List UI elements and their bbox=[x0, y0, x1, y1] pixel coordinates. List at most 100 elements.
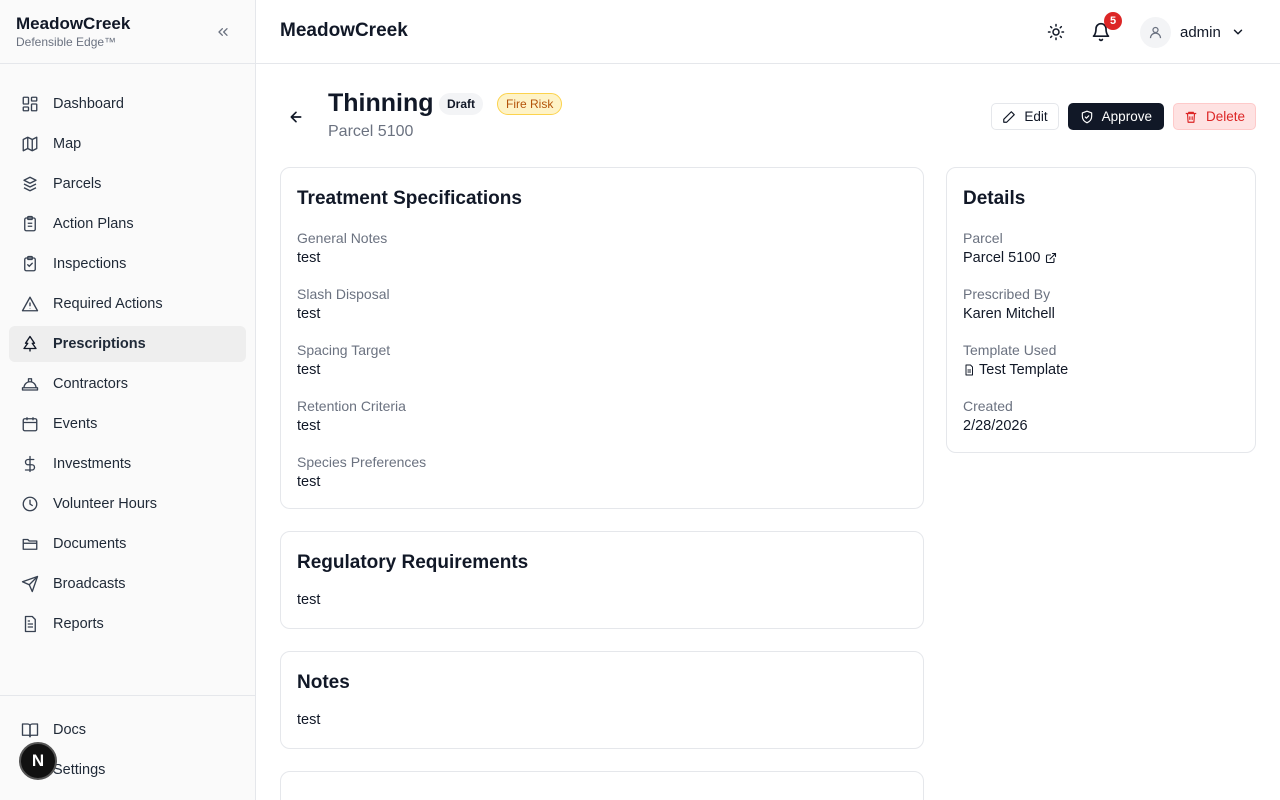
sidebar-item-label: Documents bbox=[53, 536, 127, 552]
field-value: Karen Mitchell bbox=[963, 306, 1055, 322]
edit-button-label: Edit bbox=[1024, 109, 1048, 124]
parcels-icon bbox=[21, 175, 39, 193]
clock-icon bbox=[21, 495, 39, 513]
sidebar-item-action-plans[interactable]: Action Plans bbox=[9, 206, 246, 242]
sidebar-item-events[interactable]: Events bbox=[9, 406, 246, 442]
sidebar-item-prescriptions[interactable]: Prescriptions bbox=[9, 326, 246, 362]
delete-button[interactable]: Delete bbox=[1172, 103, 1256, 130]
sidebar: MeadowCreek Defensible Edge™ Dashboard M… bbox=[0, 0, 256, 800]
user-menu[interactable]: admin bbox=[1140, 16, 1245, 48]
parcel-link[interactable]: Parcel 5100 bbox=[963, 248, 1057, 268]
clipboard-list-icon bbox=[21, 215, 39, 233]
detail-created: Created 2/28/2026 bbox=[963, 396, 1028, 436]
sidebar-item-label: Prescriptions bbox=[53, 336, 146, 352]
page-subtitle: Parcel 5100 bbox=[328, 123, 414, 140]
avatar bbox=[1140, 16, 1171, 48]
field-label: Prescribed By bbox=[963, 286, 1051, 302]
field-label: Slash Disposal bbox=[297, 286, 390, 302]
calendar-icon bbox=[21, 415, 39, 433]
field-value: test bbox=[297, 418, 321, 434]
field-spacing-target: Spacing Target test bbox=[297, 340, 390, 380]
regulatory-requirements-card: Regulatory Requirements test bbox=[280, 531, 924, 629]
next-card bbox=[280, 771, 924, 800]
file-icon bbox=[965, 364, 973, 376]
treatment-specifications-card: Treatment Specifications General Notes t… bbox=[280, 167, 924, 509]
field-retention-criteria: Retention Criteria test bbox=[297, 396, 406, 436]
delete-button-label: Delete bbox=[1205, 109, 1245, 124]
field-label: Spacing Target bbox=[297, 342, 391, 358]
notification-count-badge: 5 bbox=[1104, 12, 1122, 30]
chevron-down-icon bbox=[1233, 29, 1243, 35]
sidebar-item-reports[interactable]: Reports bbox=[9, 606, 246, 642]
sidebar-item-label: Docs bbox=[53, 722, 87, 738]
regulatory-value: test bbox=[297, 592, 321, 608]
field-general-notes: General Notes test bbox=[297, 228, 387, 268]
edit-button[interactable]: Edit bbox=[991, 103, 1059, 130]
sidebar-item-contractors[interactable]: Contractors bbox=[9, 366, 246, 402]
sidebar-item-dashboard[interactable]: Dashboard bbox=[9, 86, 246, 122]
sidebar-item-label: Events bbox=[53, 416, 98, 432]
shield-check-icon bbox=[1080, 110, 1094, 124]
sidebar-item-documents[interactable]: Documents bbox=[9, 526, 246, 562]
approve-button[interactable]: Approve bbox=[1067, 103, 1164, 130]
field-label: Parcel bbox=[963, 230, 1003, 246]
theme-toggle-button[interactable] bbox=[1044, 20, 1068, 44]
book-icon bbox=[21, 721, 39, 739]
details-card: Details Parcel Parcel 5100 Prescribed By… bbox=[946, 167, 1256, 453]
template-name: Test Template bbox=[979, 362, 1069, 378]
floating-avatar-button[interactable]: N bbox=[19, 742, 57, 780]
detail-parcel: Parcel Parcel 5100 bbox=[963, 228, 1057, 268]
sidebar-item-broadcasts[interactable]: Broadcasts bbox=[9, 566, 246, 602]
brand-title: MeadowCreek bbox=[16, 14, 131, 33]
field-value: test bbox=[297, 474, 321, 490]
pencil-icon bbox=[1002, 110, 1016, 124]
sidebar-item-parcels[interactable]: Parcels bbox=[9, 166, 246, 202]
field-label: Species Preferences bbox=[297, 454, 427, 470]
sidebar-item-label: Settings bbox=[53, 762, 106, 778]
collapse-sidebar-button[interactable] bbox=[213, 22, 233, 42]
template-value: Test Template bbox=[963, 360, 1068, 380]
field-species-preferences: Species Preferences test bbox=[297, 452, 426, 492]
sidebar-item-label: Volunteer Hours bbox=[53, 496, 157, 512]
card-heading: Treatment Specifications bbox=[297, 188, 522, 209]
sidebar-item-volunteer-hours[interactable]: Volunteer Hours bbox=[9, 486, 246, 522]
sidebar-item-label: Dashboard bbox=[53, 96, 124, 112]
top-header: MeadowCreek 5 admin bbox=[256, 0, 1280, 64]
field-label: Template Used bbox=[963, 342, 1057, 358]
approve-button-label: Approve bbox=[1101, 109, 1152, 124]
sidebar-item-label: Parcels bbox=[53, 176, 102, 192]
sidebar-nav: Dashboard Map Parcels Action Plans Inspe… bbox=[0, 64, 255, 642]
category-badge: Fire Risk bbox=[497, 93, 563, 115]
brand: MeadowCreek Defensible Edge™ bbox=[0, 0, 255, 64]
sidebar-item-label: Reports bbox=[53, 616, 104, 632]
sidebar-item-label: Map bbox=[53, 136, 82, 152]
notes-value: test bbox=[297, 712, 321, 728]
sidebar-item-label: Contractors bbox=[53, 376, 128, 392]
header-title: MeadowCreek bbox=[280, 20, 408, 41]
detail-prescribed-by: Prescribed By Karen Mitchell bbox=[963, 284, 1055, 324]
card-heading: Notes bbox=[297, 672, 350, 693]
clipboard-check-icon bbox=[21, 255, 39, 273]
sun-icon bbox=[1047, 23, 1065, 41]
notes-card: Notes test bbox=[280, 651, 924, 749]
chevrons-left-icon bbox=[218, 27, 228, 36]
map-icon bbox=[21, 135, 39, 153]
page-actions: Edit Approve Delete bbox=[991, 103, 1256, 130]
sidebar-item-map[interactable]: Map bbox=[9, 126, 246, 162]
trash-icon bbox=[1184, 110, 1198, 124]
sidebar-item-required-actions[interactable]: Required Actions bbox=[9, 286, 246, 322]
page-title: Thinning bbox=[328, 89, 434, 117]
parcel-link-text: Parcel 5100 bbox=[963, 250, 1041, 266]
sidebar-item-investments[interactable]: Investments bbox=[9, 446, 246, 482]
arrow-left-icon bbox=[290, 111, 302, 123]
sidebar-item-inspections[interactable]: Inspections bbox=[9, 246, 246, 282]
dashboard-icon bbox=[21, 95, 39, 113]
back-button[interactable] bbox=[286, 107, 306, 127]
sidebar-item-label: Inspections bbox=[53, 256, 127, 272]
card-heading: Details bbox=[963, 188, 1026, 209]
field-label: Retention Criteria bbox=[297, 398, 406, 414]
user-icon bbox=[1149, 26, 1162, 38]
detail-template-used: Template Used Test Template bbox=[963, 340, 1068, 380]
sidebar-item-label: Broadcasts bbox=[53, 576, 126, 592]
sidebar-item-label: Action Plans bbox=[53, 216, 134, 232]
